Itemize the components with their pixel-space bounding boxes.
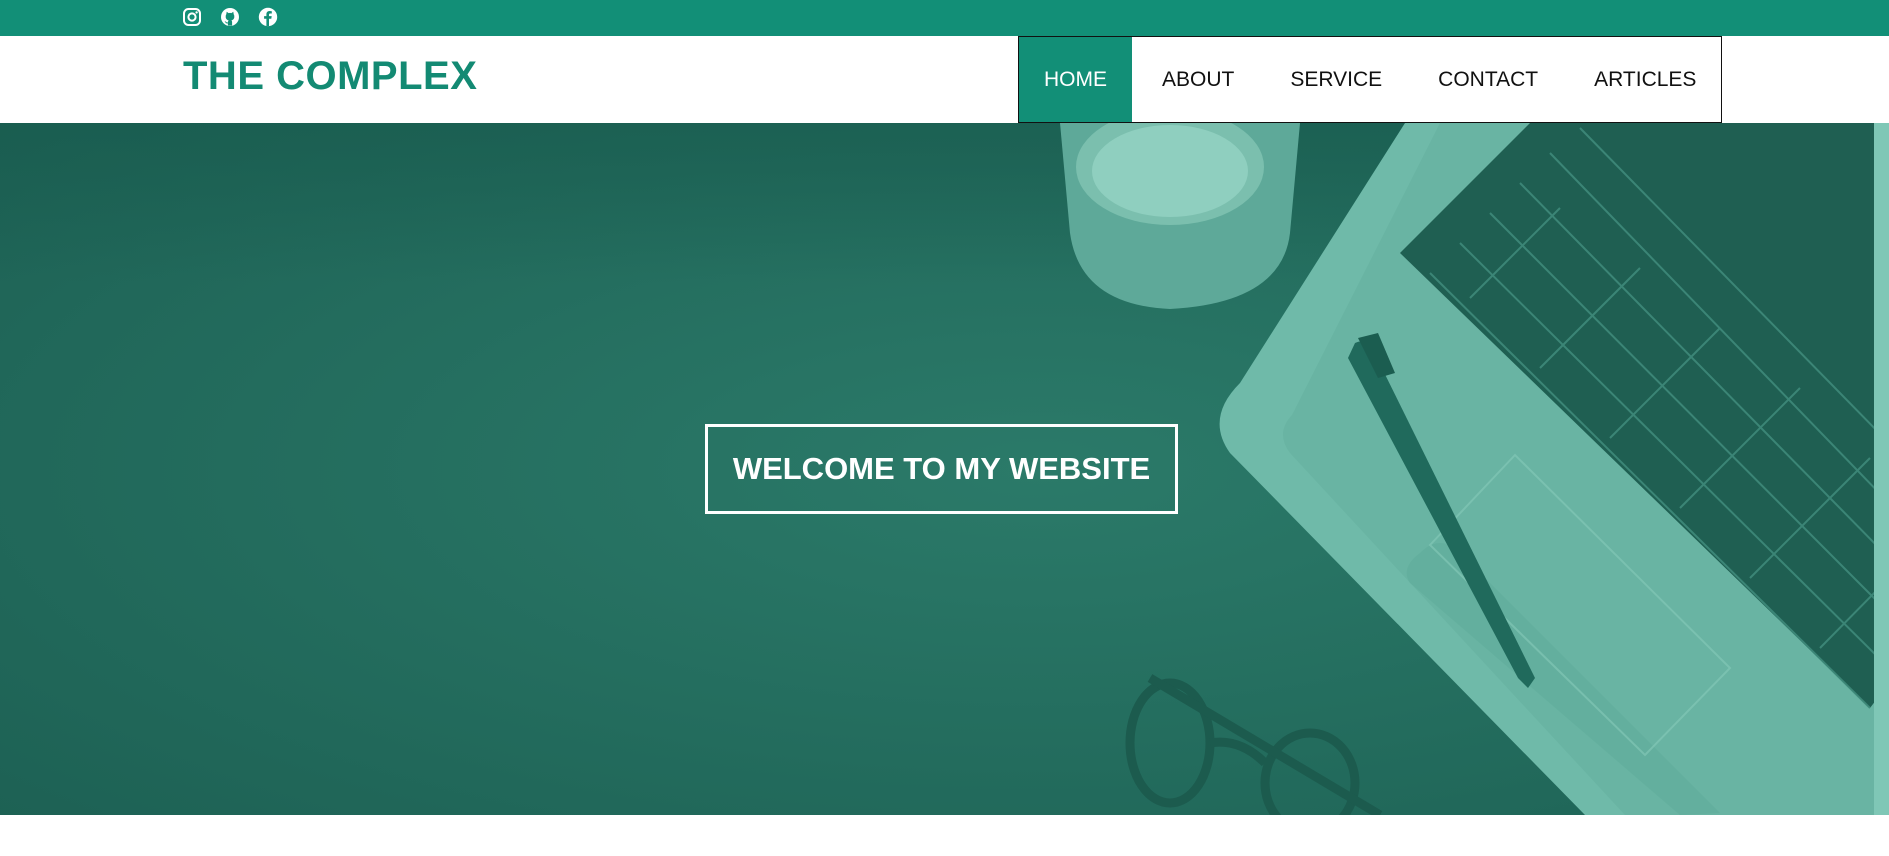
nav-item-articles[interactable]: ARTICLES [1566, 37, 1721, 122]
instagram-icon[interactable] [182, 7, 202, 27]
facebook-icon[interactable] [258, 7, 278, 27]
site-header: THE COMPLEX HOME ABOUT SERVICE CONTACT A… [0, 36, 1889, 123]
main-nav: HOME ABOUT SERVICE CONTACT ARTICLES [1018, 36, 1723, 123]
top-bar [0, 0, 1889, 36]
github-icon[interactable] [220, 7, 240, 27]
welcome-headline: WELCOME TO MY WEBSITE [732, 451, 1151, 486]
nav-item-home[interactable]: HOME [1019, 37, 1132, 122]
welcome-banner: WELCOME TO MY WEBSITE [705, 424, 1178, 514]
cup-illustration [1060, 123, 1300, 309]
site-logo[interactable]: THE COMPLEX [183, 54, 477, 99]
nav-item-contact[interactable]: CONTACT [1410, 37, 1566, 122]
nav-item-service[interactable]: SERVICE [1262, 37, 1410, 122]
nav-item-about[interactable]: ABOUT [1132, 37, 1262, 122]
social-links [182, 7, 278, 27]
hero-banner: WELCOME TO MY WEBSITE [0, 123, 1889, 815]
